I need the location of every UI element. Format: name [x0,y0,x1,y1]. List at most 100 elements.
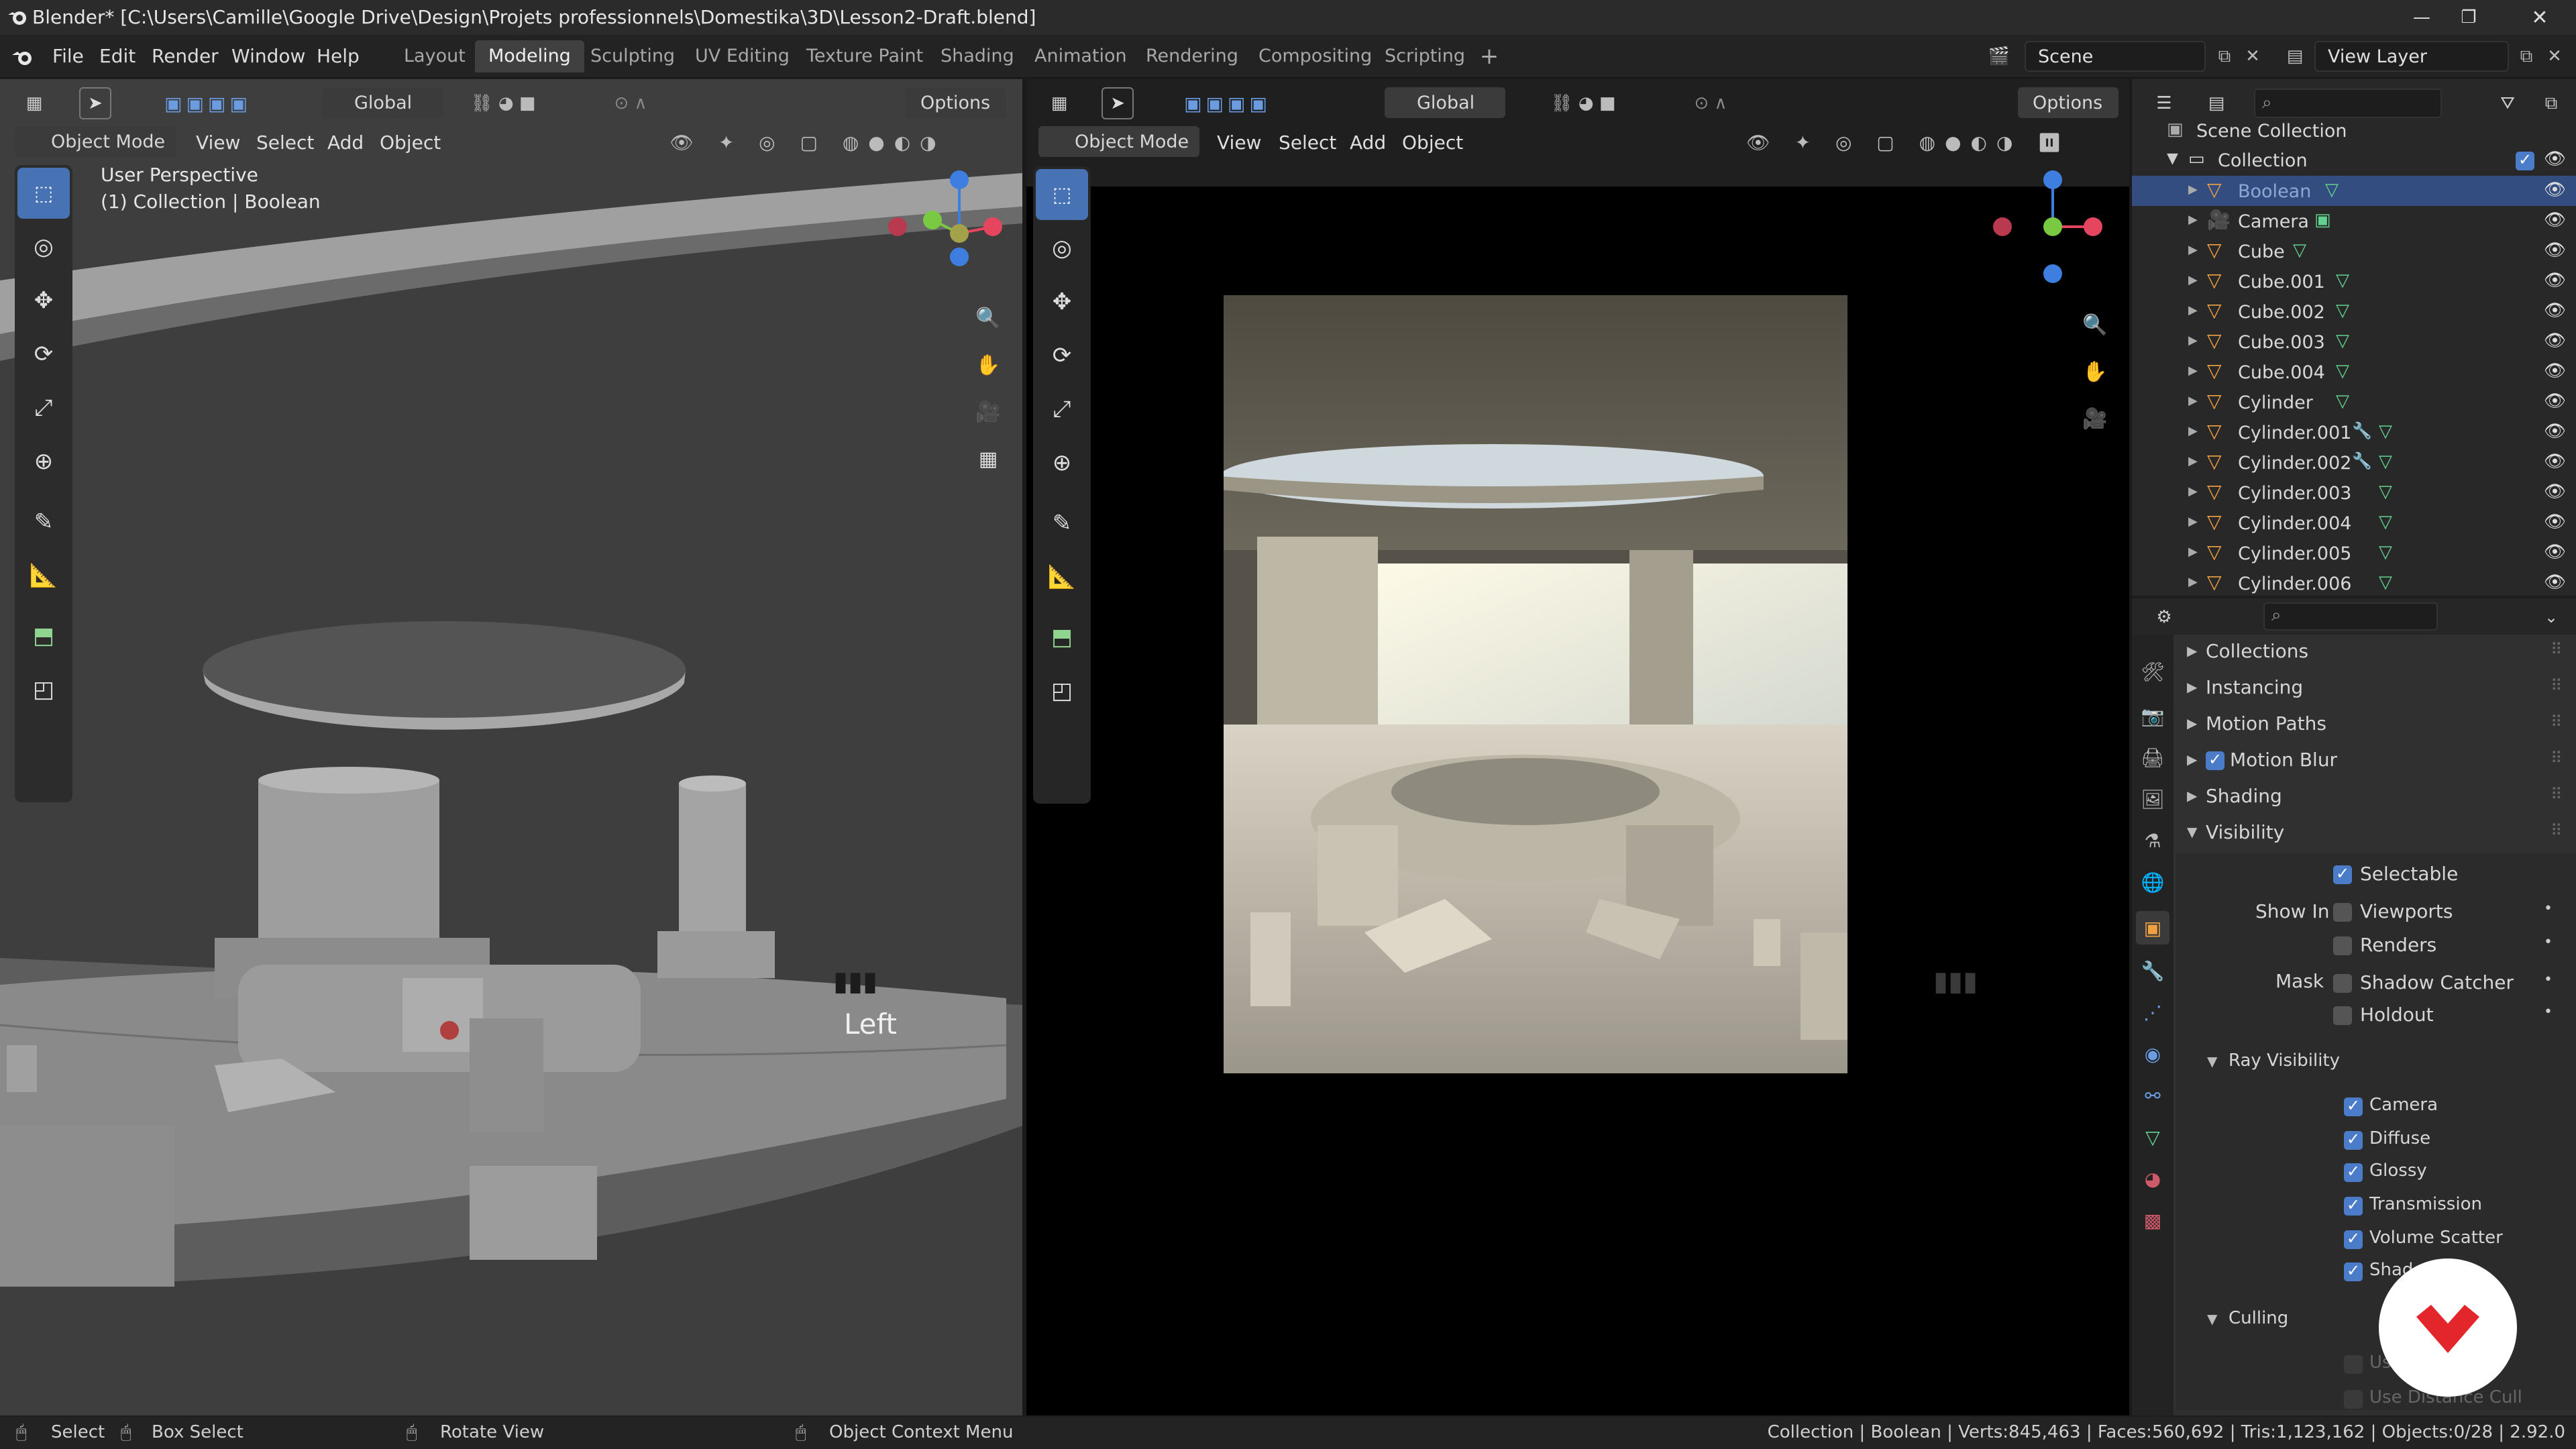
tool-move-icon-right[interactable]: ✥ [1036,276,1088,327]
view-menu-right[interactable]: View [1217,131,1261,154]
tab-scripting[interactable]: Scripting [1371,40,1479,72]
tab-modeling[interactable]: Modeling [475,40,584,72]
panel-drag-handle-icon[interactable]: ⠿ [2551,749,2563,767]
mesh-data-icon[interactable]: ▽ [2336,361,2349,381]
transform-orientation-dropdown-right[interactable]: Global [1385,87,1505,118]
visibility-eye-icon[interactable]: 👁 [2544,270,2566,290]
expand-icon[interactable]: ▶ [2188,213,2198,227]
menu-help[interactable]: Help [317,42,360,71]
world-tab-icon[interactable]: 🌐 [2136,865,2169,899]
editor-type-icon[interactable]: ▦ [15,89,54,118]
visibility-eye-icon[interactable]: 👁 [2544,240,2566,260]
select-tool-icon[interactable]: ➤ [79,87,111,119]
outliner-object-row[interactable]: ▶ ▽ Cylinder.002 ▽ 🔧 👁 [2132,447,2576,478]
new-scene-icon[interactable]: ⧉ [2211,43,2238,70]
tab-shading[interactable]: Shading [927,40,1028,72]
tool-extra-icon-right[interactable]: ◰ [1036,665,1088,716]
outliner-object-row[interactable]: ▶ ▽ Boolean ▽ 👁 [2132,176,2576,206]
mesh-data-icon[interactable]: ▽ [2379,421,2392,441]
tool-scale-icon-right[interactable]: ⤢ [1036,384,1088,435]
outliner-collection-row[interactable]: ▼ ▭ Collection 👁 [2132,145,2576,175]
panel-drag-handle-icon[interactable]: ⠿ [2551,676,2563,695]
tab-compositing[interactable]: Compositing [1245,40,1385,72]
visibility-eye-icon[interactable]: 👁 [2544,572,2566,592]
object-mode-dropdown[interactable]: Object Mode [15,126,176,157]
properties-search-input[interactable]: ⌕ [2263,602,2438,631]
tab-rendering[interactable]: Rendering [1132,40,1252,72]
renders-checkbox[interactable] [2333,936,2352,955]
outliner-search-input[interactable]: ⌕ [2254,89,2442,118]
outliner-scene-collection-row[interactable]: ▣ Scene Collection [2132,115,2576,146]
visibility-eye-icon[interactable]: 👁 [2544,331,2566,351]
pivot-snap-icons[interactable]: ⛓ ◕ ■ [449,87,557,119]
mesh-data-icon[interactable]: ▽ [2336,331,2349,351]
keyframe-dot-icon[interactable]: • [2544,971,2553,988]
camera-view-icon-right[interactable]: 🎥 [2076,400,2114,437]
close-icon[interactable]: ✕ [2526,4,2553,31]
tab-layout[interactable]: Layout [390,40,479,72]
collection-exclude-checkbox[interactable] [2516,150,2534,170]
outliner-object-row[interactable]: ▶ ▽ Cylinder.006 ▽ 👁 [2132,568,2576,598]
outliner-object-row[interactable]: ▶ 🎥 Camera ▣ 👁 [2132,206,2576,236]
motion-blur-checkbox[interactable] [2206,750,2224,770]
filter-icon[interactable]: ⛛ [2487,89,2528,118]
properties-menu-chevron-icon[interactable]: ⌄ [2534,602,2568,632]
expand-icon[interactable]: ▶ [2188,545,2198,559]
delete-scene-icon[interactable]: ✕ [2239,43,2266,70]
render-tab-icon[interactable]: 📷 [2136,699,2169,733]
outliner-editor-icon[interactable]: ☰ [2144,89,2184,118]
expand-icon[interactable]: ▶ [2188,454,2198,468]
expand-icon[interactable]: ▶ [2188,273,2198,287]
outliner-object-row[interactable]: ▶ ▽ Cube.001 ▽ 👁 [2132,266,2576,297]
ray-visibility-collapse-icon[interactable]: ▼ [2207,1053,2217,1069]
expand-icon[interactable]: ▶ [2188,424,2198,438]
shadow-catcher-checkbox[interactable] [2333,974,2352,993]
delete-view-layer-icon[interactable]: ✕ [2541,43,2568,70]
keyframe-dot-icon[interactable]: • [2544,900,2553,917]
transform-orientation-dropdown[interactable]: Global [322,87,443,118]
outliner-object-row[interactable]: ▶ ▽ Cylinder.001 ▽ 🔧 👁 [2132,417,2576,447]
mesh-data-icon[interactable]: ▽ [2379,572,2392,592]
new-collection-icon[interactable]: ⧉ [2534,89,2568,118]
menu-render[interactable]: Render [152,42,219,71]
tool-rotate-icon-right[interactable]: ⟳ [1036,330,1088,381]
mesh-data-icon[interactable]: ▽ [2379,512,2392,532]
panel-shading[interactable]: ▶ Shading ⠿ [2176,780,2576,816]
viewport-shading-icons-right[interactable]: 👁 ✦ ◎ ▢ ◍●◐◑ ⏸ [1704,126,2113,158]
use-camera-cull-checkbox[interactable] [2344,1355,2363,1374]
texture-tab-icon[interactable]: ▩ [2136,1203,2169,1237]
pan-icon-right[interactable]: ✋ [2076,353,2114,390]
ray-volume-scatter-checkbox[interactable] [2344,1229,2363,1249]
tab-sculpting[interactable]: Sculpting [577,40,688,72]
minimize-icon[interactable]: — [2408,4,2435,31]
tool-measure-icon-right[interactable]: 📐 [1036,551,1088,602]
visibility-eye-icon[interactable]: 👁 [2544,391,2566,411]
material-tab-icon[interactable]: ◕ [2136,1162,2169,1195]
tab-uv-editing[interactable]: UV Editing [682,40,803,72]
tool-transform-icon-right[interactable]: ⊕ [1036,437,1088,488]
zoom-icon[interactable]: 🔍 [969,299,1007,337]
panel-collections[interactable]: ▶ Collections ⠿ [2176,635,2576,671]
menu-file[interactable]: File [52,42,84,71]
panel-drag-handle-icon[interactable]: ⠿ [2551,712,2563,731]
ray-shadow-checkbox[interactable] [2344,1261,2363,1281]
visibility-eye-icon[interactable]: 👁 [2544,301,2566,321]
add-menu-right[interactable]: Add [1350,131,1386,154]
particles-tab-icon[interactable]: ⋰ [2136,996,2169,1029]
expand-icon[interactable]: ▶ [2188,333,2198,347]
navigation-gizmo[interactable] [865,160,1020,294]
scene-tab-icon[interactable]: ⚗ [2136,824,2169,857]
outliner-object-row[interactable]: ▶ ▽ Cube.002 ▽ 👁 [2132,297,2576,327]
outliner-object-row[interactable]: ▶ ▽ Cube ▽ 👁 [2132,236,2576,266]
visibility-eye-icon[interactable]: 👁 [2544,512,2566,532]
select-tool-icon-right[interactable]: ➤ [1102,87,1134,119]
panel-drag-handle-icon[interactable]: ⠿ [2551,640,2563,659]
panel-drag-handle-icon[interactable]: ⠿ [2551,785,2563,804]
scene-field[interactable]: Scene [2025,41,2206,72]
expand-icon[interactable]: ▶ [2188,484,2198,498]
ray-transmission-checkbox[interactable] [2344,1195,2363,1216]
outliner-object-row[interactable]: ▶ ▽ Cylinder ▽ 👁 [2132,387,2576,417]
select-menu-right[interactable]: Select [1279,131,1336,154]
physics-tab-icon[interactable]: ◉ [2136,1037,2169,1071]
expand-icon[interactable]: ▶ [2188,575,2198,589]
